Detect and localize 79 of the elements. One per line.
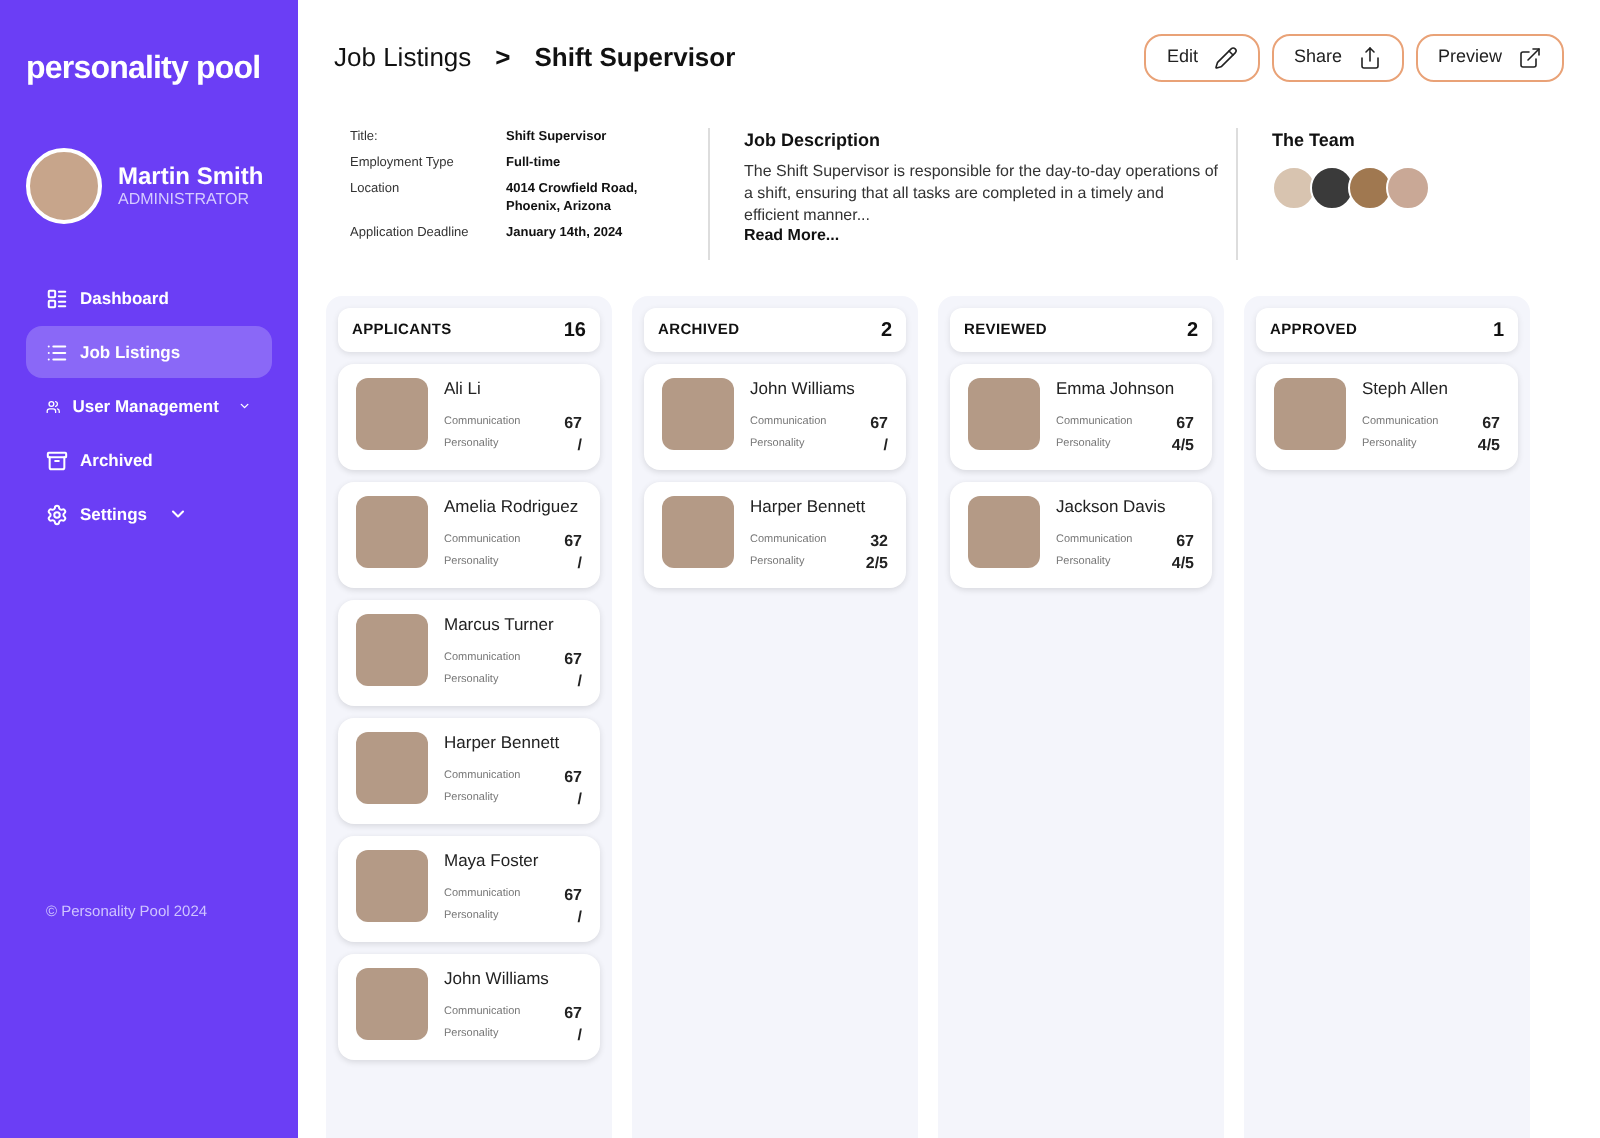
metric-value: 67	[1176, 412, 1194, 434]
nav-item[interactable]: Archived	[26, 434, 272, 486]
breadcrumb-separator: >	[495, 40, 511, 77]
applicant-name: John Williams	[444, 968, 551, 990]
share-icon	[1357, 46, 1382, 70]
column-count: 1	[1492, 317, 1504, 345]
photo-placeholder	[356, 850, 428, 922]
metric-value: 67	[1176, 530, 1194, 552]
photo-placeholder	[968, 378, 1040, 450]
user-role: ADMINISTRATOR	[118, 190, 251, 210]
photo-placeholder	[662, 496, 734, 568]
metric-value: 4/5	[1171, 552, 1194, 574]
photo-placeholder	[356, 614, 428, 686]
metric-value: 4/5	[1171, 434, 1194, 456]
user-name: Martin Smith	[118, 162, 264, 190]
page-title: Shift Supervisor	[534, 40, 736, 77]
team-avatar	[1310, 165, 1354, 209]
metric-value: 32	[870, 530, 888, 552]
applicant-name: Marcus Turner	[444, 614, 556, 636]
metric-value: 4/5	[1477, 434, 1500, 456]
applicant-name: Ali Li	[444, 378, 483, 400]
read-more-link[interactable]: Read More...	[744, 225, 1220, 245]
settings-icon	[46, 503, 68, 525]
team-avatar	[1272, 165, 1316, 209]
archive-icon	[46, 449, 68, 471]
column-count: 2	[1186, 317, 1198, 345]
nav-item[interactable]: Settings	[26, 488, 272, 540]
dashboard-icon	[46, 287, 68, 309]
metric-value: 67	[870, 412, 888, 434]
photo-placeholder	[356, 378, 428, 450]
team-avatar	[1348, 165, 1392, 209]
applicant-name: Amelia Rodriguez	[444, 496, 581, 518]
column-count: 2	[880, 317, 892, 345]
metric-value: 67	[564, 1002, 582, 1024]
external-link-icon	[1518, 46, 1542, 70]
photo-placeholder	[356, 496, 428, 568]
metric-value: /	[577, 1024, 582, 1046]
metric-value: /	[577, 552, 582, 574]
metric-value: 67	[564, 766, 582, 788]
metric-value: 67	[564, 648, 582, 670]
metric-value: 67	[564, 530, 582, 552]
nav-item[interactable]: Dashboard	[26, 272, 272, 324]
applicant-name: Harper Bennett	[444, 732, 562, 754]
applicant-name: Jackson Davis	[1056, 496, 1168, 518]
photo-placeholder	[1274, 378, 1346, 450]
applicant-name: Emma Johnson	[1056, 378, 1177, 400]
photo-placeholder	[662, 378, 734, 450]
metric-value: 67	[564, 412, 582, 434]
list-icon	[46, 341, 68, 363]
metric-value: /	[577, 670, 582, 692]
action-button[interactable]: Preview	[1415, 34, 1564, 82]
description-title: Job Description	[744, 128, 883, 154]
metric-value: /	[577, 906, 582, 928]
nav-item[interactable]: Job Listings	[26, 326, 272, 378]
metric-value: 67	[564, 884, 582, 906]
photo-placeholder	[968, 496, 1040, 568]
metric-value: 2/5	[865, 552, 888, 574]
users-icon	[46, 395, 61, 417]
column-count: 16	[563, 317, 586, 345]
applicant-name: John Williams	[750, 378, 857, 400]
action-button[interactable]: Edit	[1144, 34, 1260, 82]
metric-value: /	[883, 434, 888, 456]
photo-placeholder	[356, 732, 428, 804]
avatar	[26, 148, 102, 224]
team-title: The Team	[1272, 128, 1357, 154]
nav-item[interactable]: User Management	[26, 380, 272, 432]
breadcrumb-link[interactable]: Job Listings	[334, 38, 472, 78]
pencil-icon	[1213, 46, 1238, 70]
logo: personality pool	[26, 52, 263, 88]
metric-value: /	[577, 434, 582, 456]
applicant-name: Harper Bennett	[750, 496, 868, 518]
metric-value: /	[577, 788, 582, 810]
description-text: The Shift Supervisor is responsible for the day-to-day operations of a shift, ensuring that all tasks are completed in a timely and efficient manner...	[744, 159, 1220, 225]
applicant-name: Maya Foster	[444, 850, 541, 872]
applicant-name: Steph Allen	[1362, 378, 1451, 400]
action-button[interactable]: Share	[1271, 34, 1404, 82]
photo-placeholder	[356, 968, 428, 1040]
metric-value: 67	[1482, 412, 1500, 434]
team-avatar	[1386, 165, 1430, 209]
